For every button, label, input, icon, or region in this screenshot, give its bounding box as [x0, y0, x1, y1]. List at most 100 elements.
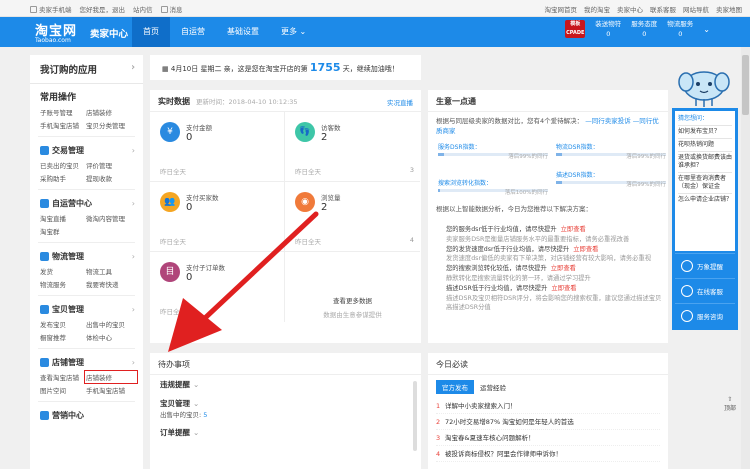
- service-consult-button[interactable]: 服务咨询: [675, 303, 735, 327]
- my-taobao-link[interactable]: 我的淘宝: [584, 4, 610, 14]
- scrollbar-thumb[interactable]: [742, 55, 749, 115]
- nav-basic-settings[interactable]: 基础设置: [216, 17, 270, 47]
- users-icon: 👥: [160, 192, 180, 212]
- chevron-right-icon[interactable]: ›: [132, 252, 135, 261]
- nav-more[interactable]: 更多 ⌄: [270, 17, 317, 47]
- link-ship[interactable]: 发货: [40, 266, 86, 276]
- live-link[interactable]: 实况直播: [387, 97, 413, 107]
- link-weitao[interactable]: 微淘内容管理: [86, 213, 136, 223]
- contact-service-link[interactable]: 联系客服: [650, 4, 676, 14]
- link-sold-items[interactable]: 已卖出的宝贝: [40, 160, 86, 170]
- metric-payment[interactable]: ¥ 支付金额 0 昨日全天: [150, 112, 285, 182]
- nav-home[interactable]: 首页: [132, 17, 170, 47]
- back-to-top-button[interactable]: ⇧ 顶部: [720, 396, 740, 412]
- link-on-sale[interactable]: 出售中的宝贝: [86, 319, 136, 329]
- meter-service-dsr[interactable]: 服务DSR指数： 落后99%的同行: [438, 142, 548, 160]
- faq-item[interactable]: 如何发布宝贝？: [678, 126, 732, 139]
- link-reviews[interactable]: 评价管理: [86, 160, 136, 170]
- section-self-operate: 自运营中心 › 淘宝直播 微淘内容管理 淘宝群: [40, 199, 136, 236]
- link-window-recommend[interactable]: 橱窗推荐: [40, 332, 86, 342]
- taobao-home-link[interactable]: 淘宝网首页: [545, 4, 578, 14]
- link-taobao-group[interactable]: 淘宝群: [40, 226, 86, 236]
- stat-logistics[interactable]: 物流服务 0: [667, 19, 693, 39]
- meter-logistics-dsr[interactable]: 物流DSR指数： 落后99%的同行: [556, 142, 666, 160]
- link-image-space[interactable]: 图片空间: [40, 385, 86, 395]
- page-scrollbar[interactable]: [741, 47, 750, 469]
- peer-complaint-link[interactable]: —同行卖家投诉: [585, 117, 631, 125]
- section-items: 宝贝管理 › 发布宝贝 出售中的宝贝 橱窗推荐 体检中心: [40, 305, 136, 342]
- link-purchase-helper[interactable]: 采购助手: [40, 173, 86, 183]
- list-item[interactable]: 3 淘宝春&夏速车核心问题解析！: [436, 430, 660, 446]
- greeting-link[interactable]: 您好我是，退出: [80, 4, 126, 14]
- list-item[interactable]: 1 详解中小卖家搜索入门！: [436, 398, 660, 414]
- eye-icon: ◉: [295, 192, 315, 212]
- business-insight-panel: 生意一点通 根据与同层级卖家的数据对比，您有4个爱待解决： —同行卖家投诉 —同…: [428, 90, 668, 343]
- faq-item[interactable]: 退货或换货邮费该由谁承担？: [678, 152, 732, 173]
- link-express[interactable]: 我要寄快递: [86, 279, 136, 289]
- view-now-link[interactable]: 立即查看: [551, 285, 576, 292]
- todo-orders[interactable]: 订单提醒 ⌄: [150, 423, 421, 442]
- link-mobile-shop-2[interactable]: 手机淘宝店铺: [86, 385, 136, 395]
- link-shop-decoration[interactable]: 店铺装修: [86, 107, 136, 117]
- link-withdraw[interactable]: 提现收款: [86, 173, 136, 183]
- taobao-logo[interactable]: 淘宝网 Taobao.com 卖家中心: [35, 20, 128, 44]
- meter-describe-dsr[interactable]: 描述DSR指数： 落后99%的同行: [556, 170, 666, 188]
- link-view-shop[interactable]: 查看淘宝店铺: [40, 372, 86, 382]
- view-now-link[interactable]: 立即查看: [573, 246, 598, 253]
- faq-item[interactable]: 花呗热销问题: [678, 139, 732, 152]
- link-category-manage[interactable]: 宝贝分类管理: [86, 120, 136, 130]
- metric-pageviews[interactable]: ◉ 浏览量 2 昨日全天 4: [285, 182, 420, 252]
- link-logistics-tools[interactable]: 物流工具: [86, 266, 136, 276]
- chevron-right-icon[interactable]: ›: [132, 146, 135, 155]
- chevron-right-icon[interactable]: ›: [132, 305, 135, 314]
- online-service-button[interactable]: 在线客服: [675, 278, 735, 302]
- list-item[interactable]: 2 72小时交易增87% 淘宝如何是年轻人的首选: [436, 414, 660, 430]
- seller-center-title: 卖家中心: [90, 29, 129, 40]
- link-health-check[interactable]: 体检中心: [86, 332, 136, 342]
- chevron-right-icon[interactable]: ›: [132, 199, 135, 208]
- view-more-data[interactable]: 查看更多数据 数据由生意参谋提供: [285, 295, 420, 319]
- truck-icon: [40, 252, 49, 261]
- meter-search-conversion[interactable]: 搜索浏览转化指数： 落后100%的同行: [438, 178, 548, 196]
- faq-item[interactable]: 在哪里查询消费者（现金）保证金: [678, 173, 732, 194]
- tab-official[interactable]: 官方发布: [436, 380, 474, 394]
- metric-buyers[interactable]: 👥 支付买家数 0 昨日全天: [150, 182, 285, 252]
- link-subaccount[interactable]: 子账号管理: [40, 107, 86, 117]
- list-item[interactable]: 4 被投诉商标侵权？阿里会作律师申诉你！: [436, 446, 660, 462]
- reminder-button[interactable]: 万象提醒: [675, 253, 735, 277]
- trade-icon: [40, 146, 49, 155]
- chat-icon: [681, 284, 693, 297]
- seller-map-link[interactable]: 卖家地图: [716, 4, 742, 14]
- metric-visitors[interactable]: 👣 访客数 2 昨日全天 3: [285, 112, 420, 182]
- subscribed-apps-title[interactable]: 我订购的应用 ›: [30, 55, 143, 84]
- messages-link[interactable]: 站内信: [133, 4, 153, 14]
- link-shop-decoration-highlighted[interactable]: 店铺装修: [84, 370, 138, 384]
- notice-link[interactable]: 消息: [160, 4, 183, 14]
- shop-badge[interactable]: 模板 CPADE: [565, 20, 586, 38]
- todo-on-sale-count[interactable]: 出售中的宝贝: 5: [150, 409, 421, 419]
- todo-scrollbar[interactable]: [413, 381, 417, 451]
- stat-service[interactable]: 服务态度 0: [631, 19, 657, 39]
- todo-violation[interactable]: 违规提醒 ⌄: [150, 375, 421, 394]
- link-mobile-shop[interactable]: 手机淘宝店铺: [40, 120, 86, 130]
- welcome-banner: ▦ 4月10日 星期二 亲，这是您在淘宝开店的第 1755 天，继续加油哦！: [150, 55, 421, 80]
- chevron-down-icon: ⌄: [193, 380, 200, 389]
- seller-center-link[interactable]: 卖家中心: [617, 4, 643, 14]
- faq-item[interactable]: 怎么申请企业店铺？: [678, 194, 732, 206]
- nav-self-operate[interactable]: 自运营: [170, 17, 216, 47]
- chevron-right-icon[interactable]: ›: [132, 358, 135, 367]
- link-logistics-service[interactable]: 物流服务: [40, 279, 86, 289]
- bell-icon: [160, 6, 168, 13]
- view-now-link[interactable]: 立即查看: [551, 265, 576, 272]
- site-nav-link[interactable]: 网站导航: [683, 4, 709, 14]
- stat-describe[interactable]: 装送物符 0: [595, 19, 621, 39]
- mobile-seller-link[interactable]: 卖家手机端: [30, 4, 72, 14]
- metric-suborders[interactable]: 目 支付子订单数 0 昨日全天: [150, 252, 285, 322]
- tab-experience[interactable]: 运营经验: [474, 380, 512, 394]
- header-dropdown-icon[interactable]: ⌄: [703, 25, 710, 34]
- view-now-link[interactable]: 立即查看: [561, 226, 586, 233]
- shop-days-count: 1755: [309, 61, 341, 74]
- link-publish-item[interactable]: 发布宝贝: [40, 319, 86, 329]
- marketing-icon: [40, 411, 49, 420]
- link-live[interactable]: 淘宝直播: [40, 213, 86, 223]
